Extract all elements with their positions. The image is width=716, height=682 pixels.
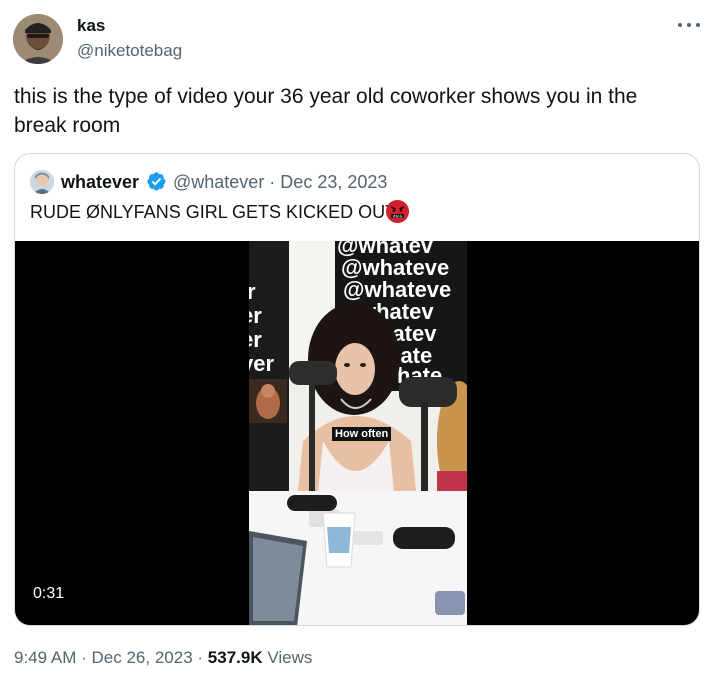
views-count: 537.9K <box>207 648 263 667</box>
quoted-avatar-image <box>30 170 54 194</box>
svg-text:er: er <box>249 303 262 328</box>
quoted-tweet[interactable]: whatever @whatever · Dec 23, 2023 RUDE Ø… <box>14 153 700 626</box>
tweet-meta: 9:49 AM · Dec 26, 2023 · 537.9K Views <box>14 647 312 669</box>
tweet-time[interactable]: 9:49 AM <box>14 648 76 667</box>
video-frame: r er er ver @whatev @whateve @whateve wh… <box>249 241 467 625</box>
video-caption: How often <box>332 427 392 441</box>
video-duration: 0:31 <box>33 585 65 602</box>
author-display-name[interactable]: kas <box>77 15 105 37</box>
tweet-text: this is the type of video your 36 year o… <box>14 85 638 137</box>
avatar-image <box>13 14 63 64</box>
more-horizontal-icon[interactable] <box>676 16 702 34</box>
avatar[interactable] <box>13 14 63 64</box>
angry-face-emoji-icon: #$!& <box>386 200 409 223</box>
quoted-display-name[interactable]: whatever <box>61 170 139 194</box>
verified-badge-icon <box>146 171 167 192</box>
svg-text:er: er <box>249 327 262 352</box>
video-player[interactable]: r er er ver @whatev @whateve @whateve wh… <box>15 241 699 625</box>
views-label: Views <box>267 648 313 667</box>
svg-text:ver: ver <box>249 351 274 376</box>
meta-separator: · <box>81 648 87 667</box>
author-handle[interactable]: @niketotebag <box>77 40 182 62</box>
tweet-date[interactable]: Dec 26, 2023 <box>92 648 193 667</box>
meta-separator-2: · <box>197 648 204 667</box>
svg-text:#$!&: #$!& <box>393 214 403 218</box>
svg-text:r: r <box>249 279 256 304</box>
quoted-avatar[interactable] <box>30 170 54 194</box>
quoted-handle-date[interactable]: @whatever · Dec 23, 2023 <box>173 170 387 194</box>
quoted-text: RUDE ØNLYFANS GIRL GETS KICKED OUT <box>30 202 397 222</box>
